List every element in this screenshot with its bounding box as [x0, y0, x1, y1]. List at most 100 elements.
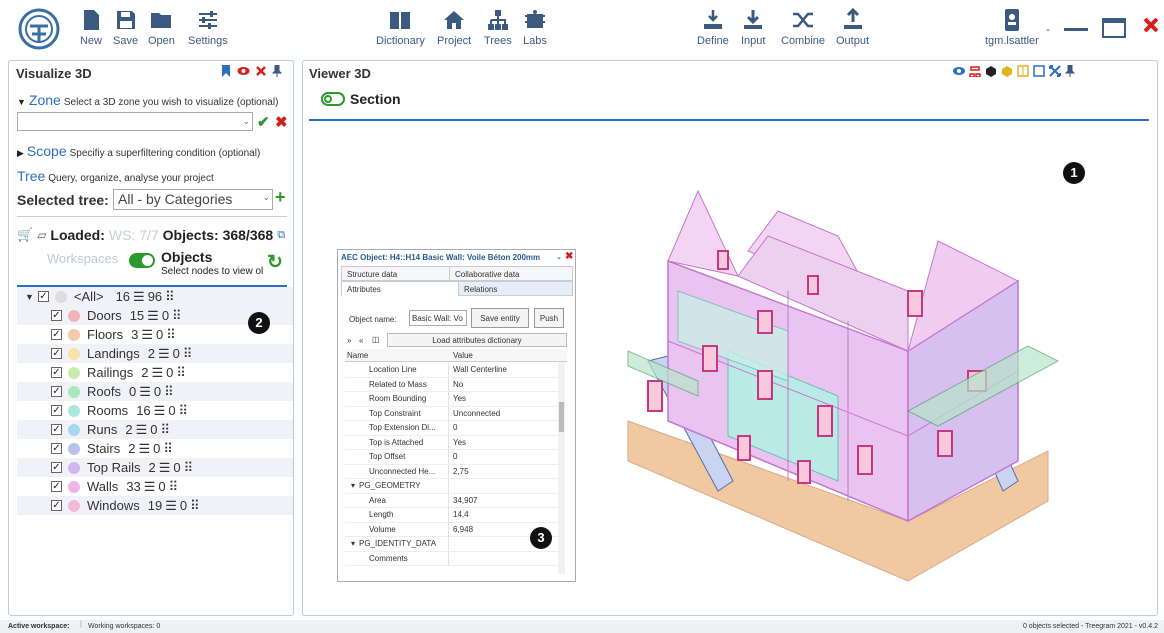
project-button[interactable]: Project: [437, 8, 471, 47]
group-caret-icon[interactable]: ▾: [351, 539, 355, 548]
attribute-row[interactable]: Area 34,907: [345, 493, 565, 508]
open-button[interactable]: Open: [148, 8, 175, 47]
tab-attributes[interactable]: Attributes: [341, 281, 459, 296]
scope-header[interactable]: ▶ Scope Specifiy a superfiltering condit…: [17, 143, 260, 159]
item-checkbox[interactable]: ✓: [51, 367, 62, 378]
root-checkbox[interactable]: ✓: [37, 291, 49, 302]
eye-icon[interactable]: [953, 66, 965, 76]
item-checkbox[interactable]: ✓: [51, 500, 62, 511]
tree-item-row[interactable]: ✓ Rooms 16 ☰ 0 ⠿: [17, 401, 293, 420]
cube-color-icon[interactable]: [1001, 65, 1013, 77]
fullscreen-icon[interactable]: [1049, 65, 1061, 77]
close-icon[interactable]: [1142, 16, 1160, 37]
item-checkbox[interactable]: ✓: [51, 405, 62, 416]
attribute-row[interactable]: Comments: [345, 551, 565, 566]
zone-select[interactable]: ⌄: [17, 112, 253, 131]
clear-zone-icon[interactable]: ✖: [275, 113, 288, 131]
refresh-count-icon[interactable]: ⧉: [277, 229, 285, 242]
combine-button[interactable]: Combine: [781, 8, 825, 47]
treegram-logo-icon[interactable]: [18, 8, 60, 50]
attribute-value: 14,4: [453, 510, 469, 519]
tab-structure-data[interactable]: Structure data: [341, 266, 450, 281]
frame-icon[interactable]: [1033, 65, 1045, 77]
item-checkbox[interactable]: ✓: [51, 386, 62, 397]
cart-icon[interactable]: 🛒: [17, 227, 33, 243]
confirm-check-icon[interactable]: ✔: [257, 113, 270, 131]
tree-item-row[interactable]: ✓ Stairs 2 ☰ 0 ⠿: [17, 439, 293, 458]
tab-relations[interactable]: Relations: [458, 281, 573, 296]
attribute-row[interactable]: Room Bounding Yes: [345, 392, 565, 407]
refresh-icon[interactable]: ↻: [267, 251, 283, 274]
cube-icon[interactable]: [985, 65, 997, 77]
expand-all-icon[interactable]: »: [347, 336, 351, 345]
tree-item-row[interactable]: ✓ Windows 19 ☰ 0 ⠿: [17, 496, 293, 515]
maximize-icon[interactable]: [1102, 18, 1126, 38]
tree-item-row[interactable]: ✓ Roofs 0 ☰ 0 ⠿: [17, 382, 293, 401]
minimize-icon[interactable]: [1064, 28, 1088, 31]
expand-scope-icon[interactable]: ▶: [17, 148, 24, 159]
output-button[interactable]: Output: [836, 7, 869, 47]
attributes-scrollbar[interactable]: [558, 362, 565, 574]
workspaces-objects-toggle[interactable]: [129, 253, 155, 268]
tree-item-row[interactable]: ✓ Walls 33 ☰ 0 ⠿: [17, 477, 293, 496]
attribute-row[interactable]: Length 14,4: [345, 508, 565, 523]
popup-minimize-icon[interactable]: ⌄: [556, 253, 562, 261]
attribute-row[interactable]: Top is Attached Yes: [345, 435, 565, 450]
panel-actions: [221, 65, 282, 77]
selected-tree-select[interactable]: All - by Categories ⌄: [113, 189, 273, 210]
load-dictionary-button[interactable]: Load attributes dictionary: [387, 333, 567, 347]
building-3d-model[interactable]: [608, 181, 1068, 591]
tree-item-row[interactable]: ✓ Top Rails 2 ☰ 0 ⠿: [17, 458, 293, 477]
expand-root-icon[interactable]: ▼: [25, 292, 34, 302]
pin-icon[interactable]: [272, 65, 282, 77]
group-caret-icon[interactable]: ▾: [351, 481, 355, 490]
attribute-row[interactable]: Location Line Wall Centerline: [345, 363, 565, 378]
eye-icon[interactable]: [237, 66, 250, 76]
expand-zone-icon[interactable]: ▼: [17, 97, 26, 107]
attribute-row[interactable]: Top Constraint Unconnected: [345, 406, 565, 421]
item-checkbox[interactable]: ✓: [51, 443, 62, 454]
item-checkbox[interactable]: ✓: [51, 310, 62, 321]
close-panel-icon[interactable]: [256, 66, 266, 76]
attribute-row[interactable]: Top Extension Di... 0: [345, 421, 565, 436]
eraser-icon[interactable]: ▱: [37, 228, 46, 242]
bookmark-icon[interactable]: [221, 65, 231, 77]
input-button[interactable]: Input: [741, 8, 765, 47]
zone-header[interactable]: ▼ Zone Select a 3D zone you wish to visu…: [17, 92, 278, 108]
tree-root-row[interactable]: ▼ ✓ <All> 16 ☰ 96 ⠿: [17, 287, 293, 306]
item-checkbox[interactable]: ✓: [51, 424, 62, 435]
trees-button[interactable]: Trees: [484, 8, 512, 47]
dictionary-button[interactable]: Dictionary: [376, 8, 425, 47]
tree-item-row[interactable]: ✓ Railings 2 ☰ 0 ⠿: [17, 363, 293, 382]
settings-button[interactable]: Settings: [188, 8, 228, 47]
attribute-row[interactable]: Unconnected He... 2,75: [345, 464, 565, 479]
push-button[interactable]: Push: [534, 308, 564, 328]
columns-icon[interactable]: [1017, 65, 1029, 77]
pin-icon[interactable]: [1065, 65, 1075, 77]
section-toggle[interactable]: [321, 92, 345, 106]
tab-collaborative-data[interactable]: Collaborative data: [449, 266, 573, 281]
layers-icon: ☰: [143, 478, 156, 494]
save-entity-button[interactable]: Save entity: [471, 308, 529, 328]
collapse-all-icon[interactable]: «: [359, 336, 363, 345]
attribute-row[interactable]: ▾ PG_GEOMETRY: [345, 479, 565, 494]
item-checkbox[interactable]: ✓: [51, 329, 62, 340]
new-button[interactable]: New: [79, 8, 103, 47]
user-caret[interactable]: -: [1046, 22, 1050, 36]
add-tree-icon[interactable]: +: [275, 187, 286, 208]
item-checkbox[interactable]: ✓: [51, 348, 62, 359]
user-menu[interactable]: tgm.lsattler: [985, 8, 1039, 47]
item-checkbox[interactable]: ✓: [51, 462, 62, 473]
tree-item-row[interactable]: ✓ Landings 2 ☰ 0 ⠿: [17, 344, 293, 363]
tree-item-row[interactable]: ✓ Runs 2 ☰ 0 ⠿: [17, 420, 293, 439]
save-button[interactable]: Save: [113, 8, 138, 47]
define-button[interactable]: Define: [697, 8, 729, 47]
attribute-row[interactable]: Top Offset 0: [345, 450, 565, 465]
labs-button[interactable]: Labs: [523, 8, 547, 47]
columns-icon[interactable]: ◫: [372, 335, 380, 344]
popup-close-icon[interactable]: ✖: [565, 251, 573, 262]
item-checkbox[interactable]: ✓: [51, 481, 62, 492]
object-name-input[interactable]: Basic Wall: Vo: [409, 310, 467, 326]
hierarchy-filter-icon[interactable]: [969, 65, 981, 77]
attribute-row[interactable]: Related to Mass No: [345, 377, 565, 392]
